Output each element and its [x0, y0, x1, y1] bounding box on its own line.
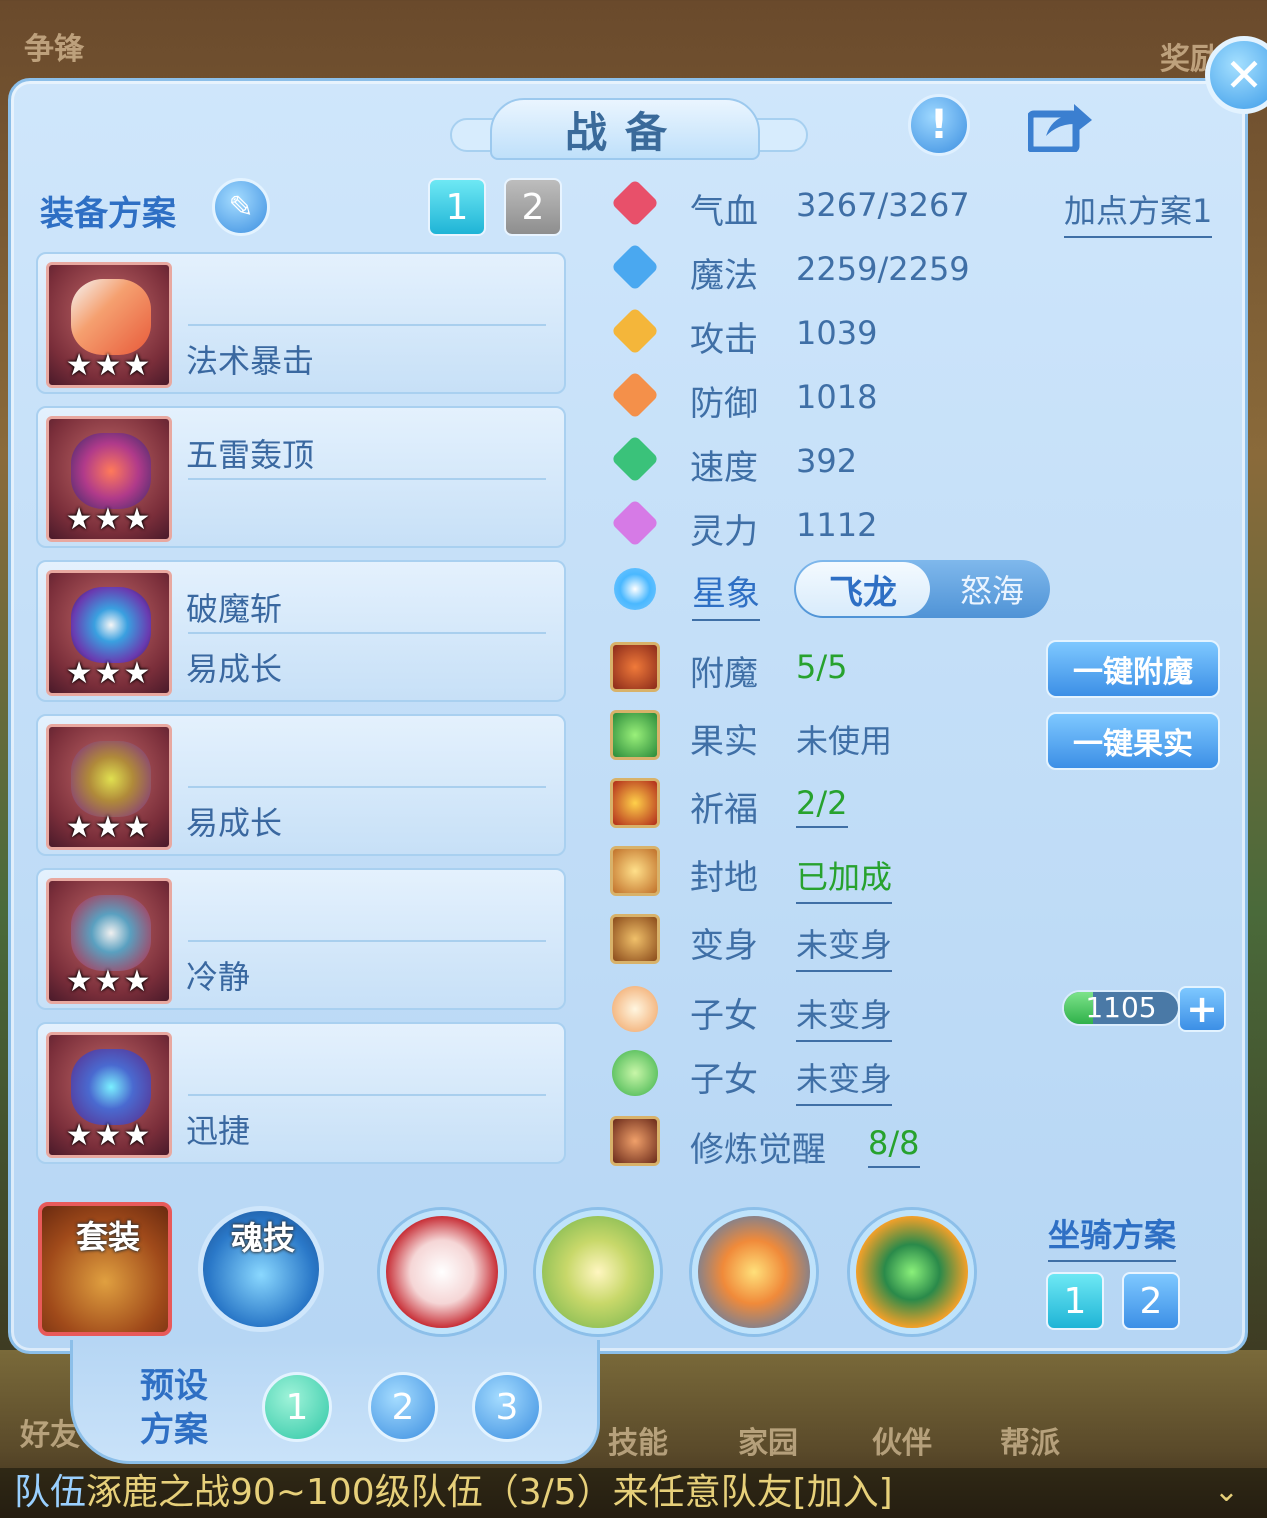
- child1-value[interactable]: 未变身: [796, 990, 893, 1042]
- transform-icon: [610, 914, 660, 964]
- mount-scheme-tab-1[interactable]: 1: [1046, 1272, 1104, 1330]
- stat-label-attack: 攻击: [690, 320, 758, 360]
- equip-scheme-tab-2[interactable]: 2: [504, 178, 562, 236]
- suit-label: 套装: [76, 1218, 141, 1256]
- equip-effect-2: 迅捷: [186, 1112, 251, 1150]
- stat-value-attack: 1039: [796, 314, 878, 352]
- enchant-label: 附魔: [690, 654, 758, 694]
- stat-value-mp: 2259/2259: [796, 250, 970, 288]
- equip-scheme-label: 装备方案: [40, 194, 176, 234]
- preset-button-2[interactable]: 2: [368, 1372, 438, 1442]
- fruit-value: 未使用: [796, 722, 893, 760]
- stat-label-spirit: 灵力: [690, 512, 758, 552]
- stat-label-speed: 速度: [690, 448, 758, 488]
- awaken-label: 修炼觉醒: [690, 1130, 826, 1170]
- equip-slot-necklace[interactable]: ★★★ 易成长: [36, 714, 566, 856]
- equip-effect-1: 五雷轰顶: [186, 436, 315, 474]
- stat-value-hp: 3267/3267: [796, 186, 970, 224]
- info-icon[interactable]: !: [908, 94, 970, 156]
- chat-line[interactable]: 队伍涿鹿之战90~100级队伍（3/5）来任意队友[加入]: [0, 1468, 1267, 1518]
- blessing-icon: [610, 778, 660, 828]
- stat-value-speed: 392: [796, 442, 858, 480]
- menu-partner[interactable]: 伙伴: [872, 1418, 932, 1462]
- title-plate: 战备: [490, 98, 760, 160]
- blessing-value[interactable]: 2/2: [796, 784, 848, 828]
- constellation-toggle[interactable]: 飞龙 怒海: [794, 560, 1050, 618]
- suit-button[interactable]: 套装: [38, 1202, 172, 1336]
- chevron-down-icon[interactable]: ⌄: [1214, 1474, 1239, 1509]
- constellation-option-nuhai[interactable]: 怒海: [934, 560, 1050, 618]
- stat-label-mp: 魔法: [690, 256, 758, 296]
- green-flame-skill-icon[interactable]: [850, 1210, 974, 1334]
- golden-warrior-skill-icon[interactable]: [536, 1210, 660, 1334]
- soul-skill-label: 魂技: [231, 1219, 296, 1257]
- equip-slot-armor[interactable]: ★★★ 破魔斩 易成长: [36, 560, 566, 702]
- fief-label: 封地: [690, 858, 758, 898]
- wave-skill-icon[interactable]: [692, 1210, 816, 1334]
- soul-skill-button[interactable]: 魂技: [198, 1206, 324, 1332]
- chat-channel: 队伍: [14, 1472, 87, 1513]
- fief-value[interactable]: 已加成: [796, 852, 893, 904]
- equip-slot-weapon[interactable]: ★★★ 法术暴击: [36, 252, 566, 394]
- share-icon[interactable]: [1026, 100, 1094, 154]
- armor-icon[interactable]: ★★★: [46, 570, 172, 696]
- blessing-label: 祈福: [690, 790, 758, 830]
- menu-home[interactable]: 家园: [738, 1418, 798, 1462]
- equip-effect-2: 法术暴击: [186, 342, 315, 380]
- preset-button-1[interactable]: 1: [262, 1372, 332, 1442]
- boots-icon[interactable]: ★★★: [46, 1032, 172, 1158]
- equip-slot-boots[interactable]: ★★★ 迅捷: [36, 1022, 566, 1164]
- helmet-icon[interactable]: ★★★: [46, 416, 172, 542]
- equip-effect-2: 易成长: [186, 650, 283, 688]
- equip-slot-helmet[interactable]: ★★★ 五雷轰顶: [36, 406, 566, 548]
- constellation-label[interactable]: 星象: [692, 566, 760, 621]
- child2-label: 子女: [690, 1060, 758, 1100]
- child-icon: [612, 986, 658, 1032]
- menu-guild[interactable]: 帮派: [1000, 1418, 1060, 1462]
- child2-value[interactable]: 未变身: [796, 1054, 893, 1106]
- stat-label-hp: 气血: [690, 192, 758, 232]
- menu-skills[interactable]: 技能: [608, 1418, 668, 1462]
- one-click-enchant-button[interactable]: 一键附魔: [1046, 640, 1220, 698]
- equip-scheme-tab-1[interactable]: 1: [428, 178, 486, 236]
- awaken-icon: [610, 1116, 660, 1166]
- child-exp-value: 1105: [1085, 991, 1157, 1024]
- mount-scheme-label: 坐骑方案: [1048, 1210, 1177, 1262]
- chat-message: 涿鹿之战90~100级队伍（3/5）来任意队友[加入]: [86, 1472, 893, 1513]
- attribute-plan-link[interactable]: 加点方案1: [1064, 186, 1213, 238]
- fruit-icon: [610, 710, 660, 760]
- red-swirl-skill-icon[interactable]: [380, 1210, 504, 1334]
- constellation-option-feilong[interactable]: 飞龙: [796, 562, 930, 616]
- necklace-icon[interactable]: ★★★: [46, 724, 172, 850]
- fief-icon: [610, 846, 660, 896]
- equip-effect-2: 易成长: [186, 804, 283, 842]
- page-title: 战备: [564, 107, 685, 157]
- equip-slot-belt[interactable]: ★★★ 冷静: [36, 868, 566, 1010]
- transform-label: 变身: [690, 926, 758, 966]
- mount-scheme-tab-2[interactable]: 2: [1122, 1272, 1180, 1330]
- stat-label-defense: 防御: [690, 384, 758, 424]
- constellation-icon: [614, 568, 656, 610]
- child1-label: 子女: [690, 996, 758, 1036]
- enchant-value: 5/5: [796, 648, 848, 686]
- preset-label: 预设 方案: [140, 1366, 208, 1450]
- stat-value-spirit: 1112: [796, 506, 878, 544]
- belt-icon[interactable]: ★★★: [46, 878, 172, 1004]
- edit-icon[interactable]: ✎: [212, 178, 270, 236]
- enchant-icon: [610, 642, 660, 692]
- equip-effect-1: 破魔斩: [186, 590, 283, 628]
- child-exp-bar: 1105: [1062, 990, 1180, 1026]
- stat-value-defense: 1018: [796, 378, 878, 416]
- preset-button-3[interactable]: 3: [472, 1372, 542, 1442]
- add-exp-button[interactable]: +: [1178, 986, 1226, 1032]
- transform-value[interactable]: 未变身: [796, 920, 893, 972]
- awaken-value[interactable]: 8/8: [868, 1124, 920, 1168]
- fruit-label: 果实: [690, 722, 758, 762]
- one-click-fruit-button[interactable]: 一键果实: [1046, 712, 1220, 770]
- child2-icon: [612, 1050, 658, 1096]
- equip-effect-2: 冷静: [186, 958, 251, 996]
- bg-top-left-label: 争锋: [24, 32, 84, 67]
- ice-candy-icon[interactable]: ★★★: [46, 262, 172, 388]
